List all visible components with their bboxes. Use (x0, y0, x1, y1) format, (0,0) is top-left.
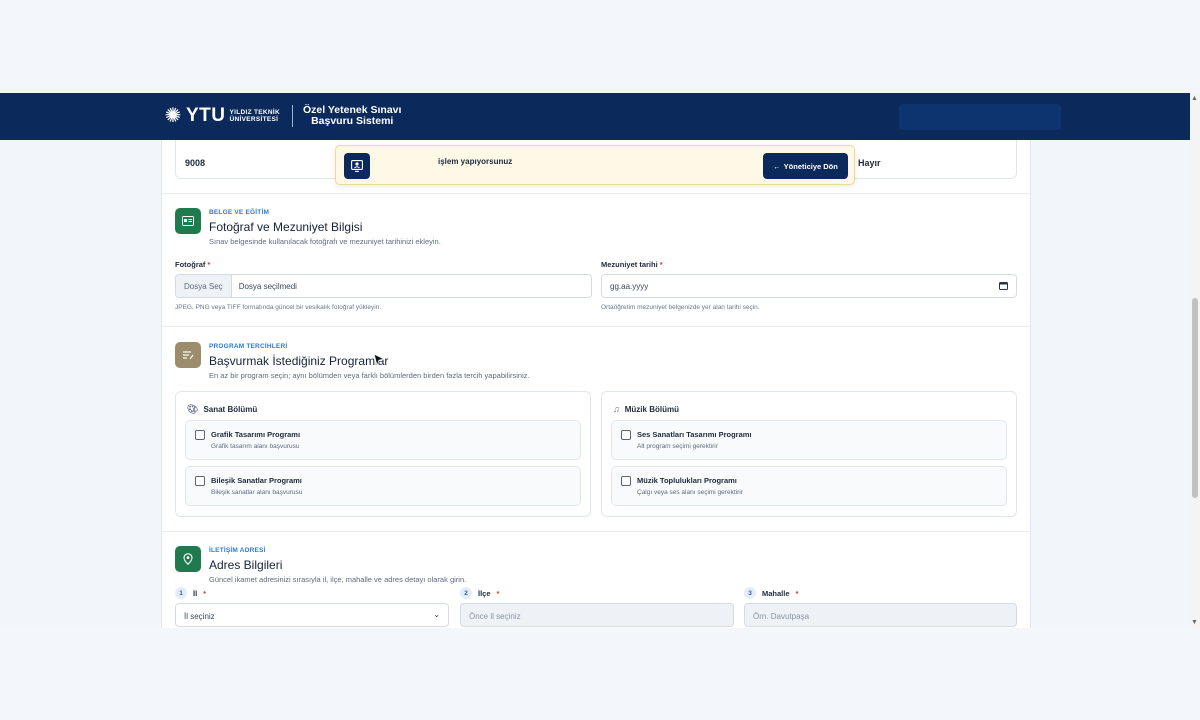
scroll-up-icon[interactable]: ▲ (1191, 95, 1198, 102)
date-placeholder: gg.aa.yyyy (610, 281, 649, 291)
app-header: ✺ YTU YILDIZ TEKNİK ÜNİVERSİTESİ Özel Ye… (0, 93, 1190, 140)
section-divider (162, 193, 1030, 194)
music-group-title: ♫ Müzik Bölümü (613, 404, 679, 414)
summary-value-flag: Hayır (858, 158, 881, 168)
photo-hint: JPEG, PNG veya TIFF formatında güncel bi… (175, 304, 382, 311)
summary-value-id: 9008 (185, 158, 206, 168)
list-edit-icon (175, 342, 201, 368)
address-section-title: Adres Bilgileri (209, 558, 283, 572)
photo-section-subtitle: Sınav belgesinde kullanılacak fotoğrafı … (209, 237, 441, 246)
program-option[interactable]: Bileşik Sanatlar Programı Bileşik sanatl… (185, 466, 581, 506)
arrow-left-icon: ← (773, 161, 781, 171)
logo-divider (291, 105, 293, 127)
neighborhood-label: 3 Mahalle * (744, 587, 798, 599)
program-desc: Çalgı veya ses alanı seçimi gerektirir (637, 489, 743, 496)
ytu-logo[interactable]: ✺ YTU YILDIZ TEKNİK ÜNİVERSİTESİ Özel Ye… (162, 105, 401, 127)
location-pin-icon (175, 546, 201, 572)
program-checkbox[interactable] (621, 476, 631, 486)
browser-top-margin (0, 0, 1200, 93)
application-form-card: 9008 Hayır BELGE VE EĞİTİM Fotoğraf ve M… (161, 140, 1031, 628)
logo-abbr: YTU (186, 105, 226, 126)
district-label: 2 İlçe * (460, 587, 499, 599)
scrollbar-thumb[interactable] (1192, 298, 1198, 498)
photo-label: Fotoğraf * (175, 260, 211, 269)
id-card-icon (175, 208, 201, 234)
program-checkbox[interactable] (195, 476, 205, 486)
program-name: Ses Sanatları Tasarımı Programı (637, 430, 752, 439)
banner-message: işlem yapıyorsunuz (438, 157, 513, 166)
scroll-down-icon[interactable]: ▼ (1191, 619, 1198, 626)
art-group-title: 🎨︎ Sanat Bölümü (187, 404, 258, 414)
province-select[interactable]: İl seçiniz ⌄ (175, 603, 449, 627)
back-to-admin-button[interactable]: ← Yöneticiye Dön (763, 153, 848, 179)
file-status-text: Dosya seçilmedi (238, 281, 297, 291)
mouse-cursor-icon (373, 353, 385, 367)
program-option[interactable]: Müzik Toplulukları Programı Çalgı veya s… (611, 466, 1007, 506)
district-select[interactable]: Önce il seçiniz (460, 603, 734, 627)
admin-impersonation-banner: işlem yapıyorsunuz ← Yöneticiye Dön (335, 145, 855, 185)
program-checkbox[interactable] (195, 430, 205, 440)
art-department-group: 🎨︎ Sanat Bölümü Grafik Tasarımı Programı… (175, 391, 591, 517)
graduation-date-input[interactable]: gg.aa.yyyy (601, 274, 1017, 298)
program-checkbox[interactable] (621, 430, 631, 440)
address-section-subtitle: Güncel ikamet adresinizi sırasıyla il, i… (209, 575, 467, 584)
program-desc: Alt program seçimi gerektirir (637, 443, 718, 450)
star-logo-icon: ✺ (164, 105, 182, 127)
main-viewport: 9008 Hayır BELGE VE EĞİTİM Fotoğraf ve M… (0, 140, 1190, 628)
chevron-down-icon: ⌄ (433, 610, 440, 619)
photo-file-input[interactable]: Dosya Seç Dosya seçilmedi (175, 274, 592, 298)
header-user-area[interactable] (899, 104, 1061, 130)
music-department-group: ♫ Müzik Bölümü Ses Sanatları Tasarımı Pr… (601, 391, 1017, 517)
user-profile-icon (344, 153, 370, 179)
program-name: Müzik Toplulukları Programı (637, 476, 737, 485)
neighborhood-input[interactable]: Örn. Davutpaşa (744, 603, 1017, 627)
browser-bottom-margin (0, 628, 1200, 720)
graduation-date-label: Mezuniyet tarihi * (601, 260, 663, 269)
program-section-title: Başvurmak İstediğiniz Programlar (209, 354, 389, 368)
province-label: 1 İl * (175, 587, 206, 599)
calendar-icon[interactable] (999, 281, 1008, 292)
photo-section-eyebrow: BELGE VE EĞİTİM (209, 209, 270, 216)
section-divider (162, 531, 1030, 532)
page-scrollbar[interactable]: ▲ ▼ (1190, 93, 1200, 628)
graduation-date-hint: Ortaöğretim mezuniyet belgenizde yer ala… (601, 304, 760, 311)
section-divider (162, 326, 1030, 327)
palette-icon: 🎨︎ (187, 404, 199, 414)
program-name: Bileşik Sanatlar Programı (211, 476, 302, 485)
program-desc: Grafik tasarım alanı başvurusu (211, 443, 300, 450)
program-section-subtitle: En az bir program seçin; aynı bölümden v… (209, 371, 530, 380)
photo-section-title: Fotoğraf ve Mezuniyet Bilgisi (209, 220, 363, 234)
choose-file-button[interactable]: Dosya Seç (176, 275, 232, 297)
program-option[interactable]: Grafik Tasarımı Programı Grafik tasarım … (185, 420, 581, 460)
address-section-eyebrow: İLETİŞİM ADRESİ (209, 547, 266, 554)
program-desc: Bileşik sanatlar alanı başvurusu (211, 489, 303, 496)
app-title: Özel Yetenek Sınavı Başvuru Sistemi (302, 104, 402, 127)
music-note-icon: ♫ (613, 404, 620, 414)
program-section-eyebrow: PROGRAM TERCİHLERİ (209, 343, 288, 350)
logo-university-name: YILDIZ TEKNİK ÜNİVERSİTESİ (229, 109, 280, 123)
program-name: Grafik Tasarımı Programı (211, 430, 301, 439)
program-option[interactable]: Ses Sanatları Tasarımı Programı Alt prog… (611, 420, 1007, 460)
